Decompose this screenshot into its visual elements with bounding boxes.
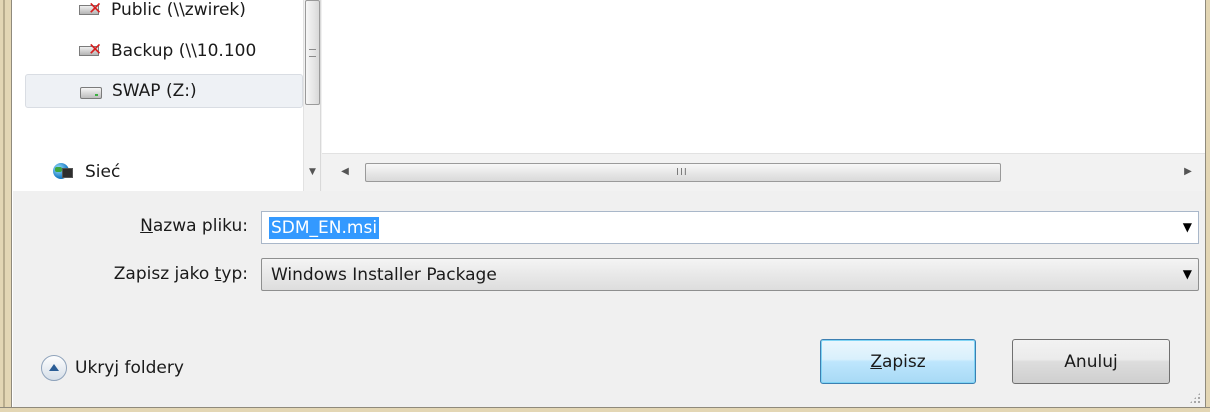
chevron-down-icon[interactable]: ▼ xyxy=(1183,267,1192,281)
chevron-down-icon[interactable]: ▼ xyxy=(1183,220,1192,234)
nav-item-label: Backup (\\10.100 xyxy=(111,41,257,61)
filename-label: Nazwa pliku: xyxy=(140,216,248,236)
filetype-label: Zapisz jako typ: xyxy=(113,264,248,284)
scroll-left-arrow-icon[interactable]: ◀ xyxy=(338,164,352,180)
nav-item-label: SWAP (Z:) xyxy=(112,81,197,101)
window-frame-right xyxy=(1205,0,1210,412)
chevron-up-icon xyxy=(41,355,67,381)
filename-combobox[interactable]: SDM_EN.msi ▼ xyxy=(261,211,1199,244)
nav-item-label: Sieć xyxy=(85,162,121,182)
save-as-dialog: ✕ Public (\\zwirek) ✕ Backup (\\10.100 S… xyxy=(13,0,1205,407)
filetype-select[interactable]: Windows Installer Package ▼ xyxy=(261,258,1199,291)
nav-item-backup[interactable]: ✕ Backup (\\10.100 xyxy=(79,34,256,68)
window-frame-left xyxy=(0,0,12,412)
nav-item-network[interactable]: Sieć xyxy=(53,155,120,189)
network-globe-icon xyxy=(53,163,77,181)
nav-vertical-scrollbar[interactable]: ▼ xyxy=(303,0,320,191)
save-button[interactable]: Zapisz xyxy=(820,339,976,384)
drive-icon xyxy=(80,82,104,100)
network-drive-disconnected-icon: ✕ xyxy=(79,1,103,19)
vertical-scroll-thumb[interactable] xyxy=(305,0,320,105)
scroll-right-arrow-icon[interactable]: ▶ xyxy=(1181,164,1195,180)
navigation-pane: ✕ Public (\\zwirek) ✕ Backup (\\10.100 S… xyxy=(13,0,321,191)
horizontal-scrollbar[interactable]: ◀ III ▶ xyxy=(322,153,1205,191)
filetype-value: Windows Installer Package xyxy=(271,264,497,285)
scroll-down-arrow-icon[interactable]: ▼ xyxy=(304,164,320,181)
nav-item-label: Public (\\zwirek) xyxy=(111,0,246,20)
resize-grip-icon[interactable] xyxy=(1189,392,1201,404)
nav-item-swap[interactable]: SWAP (Z:) xyxy=(25,74,303,108)
window-frame-bottom xyxy=(0,407,1210,412)
horizontal-scroll-thumb[interactable]: III xyxy=(365,163,1001,182)
hide-folders-toggle[interactable]: Ukryj foldery xyxy=(41,355,184,381)
scroll-grip-icon: III xyxy=(676,167,688,178)
nav-item-public[interactable]: ✕ Public (\\zwirek) xyxy=(79,0,246,27)
cancel-button[interactable]: Anuluj xyxy=(1012,339,1170,384)
hide-folders-label: Ukryj foldery xyxy=(75,358,184,378)
filename-input[interactable]: SDM_EN.msi xyxy=(269,216,380,239)
file-list-pane[interactable]: ◀ III ▶ xyxy=(322,0,1205,191)
network-drive-disconnected-icon: ✕ xyxy=(79,42,103,60)
